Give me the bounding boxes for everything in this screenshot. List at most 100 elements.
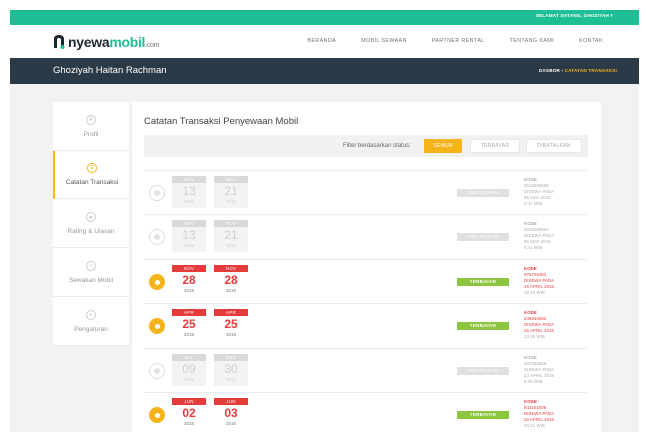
gear-icon: ≡ [86, 309, 96, 320]
end-day: 25 [224, 317, 238, 331]
transaction-row[interactable]: APR 25 2015 APR 25 2015 TERBAYAR KODE 246260562 D… [144, 303, 588, 347]
transaction-info: KODE 2015050565 DISEWA PADA 05 MAY 2015 0:47… [524, 177, 554, 207]
end-date-calendar: APR 25 2015 [214, 309, 248, 341]
transaction-status-indicator[interactable] [149, 318, 165, 334]
transaction-info: KODE 975726463 DISEWA PADA 25 APRIL 2015 15:… [524, 266, 554, 296]
nav-beranda[interactable]: BERANDA [307, 38, 336, 44]
end-day: 21 [224, 228, 238, 242]
status-badge: TERBAYAR [457, 278, 509, 286]
start-day: 25 [182, 317, 196, 331]
rental-time: 20:21 WIB [524, 423, 545, 428]
start-day: 13 [182, 228, 196, 242]
end-year: 2015 [225, 288, 236, 293]
rental-time: 0:47 WIB [524, 201, 543, 206]
status-dot [154, 234, 160, 240]
breadcrumb-current: CATATAN TRANSAKSI [564, 68, 617, 73]
nav-kontak[interactable]: KONTAK [579, 38, 603, 44]
status-dot [154, 279, 160, 285]
navbar: nyewamobil.com BERANDA MOBIL SEWAAN PART… [10, 25, 639, 58]
rental-time: 0:41 WIB [524, 245, 543, 250]
top-bar: SELAMAT DATANG, GHOZIYAH ▾ [10, 10, 639, 25]
start-year: 2015 [183, 332, 194, 337]
end-month: JUN [214, 398, 248, 405]
filter-label: Filter berdasarkan status: [343, 143, 411, 149]
end-year: 2015 [225, 377, 236, 382]
start-date-calendar: JUN 02 2015 [172, 398, 206, 430]
end-day: 30 [224, 362, 238, 376]
page-header: Ghoziyah Haitan Rachman DASBOR › CATATAN… [10, 58, 639, 84]
transaction-row[interactable]: NOV 13 2015 NOV 21 2015 DIBATALKAN KODE 20150505… [144, 214, 588, 258]
transaction-row[interactable]: JUL 09 2015 OKT 30 2015 DIBATALKAN KODE 26708356… [144, 348, 588, 392]
brand-logo[interactable]: nyewamobil.com [52, 33, 159, 51]
start-month: NOV [172, 220, 206, 227]
transaction-row[interactable]: NOV 13 2015 NOV 21 2015 DIBATALKAN KODE 20150505… [144, 170, 588, 214]
end-month: NOV [214, 220, 248, 227]
end-month: OKT [214, 354, 248, 361]
start-day: 28 [182, 273, 196, 287]
brand-name: nyewamobil.com [68, 34, 160, 50]
sidebar-item-label: Profil [83, 130, 99, 138]
start-day: 09 [182, 362, 196, 376]
sidebar-item-catatan-transaksi[interactable]: ☰ Catatan Transaksi [53, 151, 129, 199]
transaction-status-indicator[interactable] [149, 407, 165, 423]
end-month: APR [214, 309, 248, 316]
breadcrumb-dasbor[interactable]: DASBOR [539, 68, 560, 73]
status-badge: TERBAYAR [457, 322, 509, 330]
end-year: 2015 [225, 243, 236, 248]
transaction-row[interactable]: NOV 28 2015 NOV 28 2015 TERBAYAR KODE 975726463 D… [144, 259, 588, 303]
filter-dibatalkan-button[interactable]: DIBATALKAN [526, 139, 582, 153]
start-year: 2015 [183, 288, 194, 293]
nav-partner-rental[interactable]: PARTNER RENTAL [432, 38, 485, 44]
transaction-row[interactable]: JUN 02 2015 JUN 03 2015 TERBAYAR KODE B11101008 D… [144, 392, 588, 432]
end-date-calendar: JUN 03 2015 [214, 398, 248, 430]
sidebar-item-label: Catatan Transaksi [65, 179, 119, 186]
chart-icon: ▲ [86, 211, 96, 222]
user-name: Ghoziyah Haitan Rachman [53, 65, 167, 76]
status-badge: DIBATALKAN [457, 233, 509, 241]
status-dot [154, 323, 160, 329]
sidebar-item-label: Rating & Ulasan [67, 227, 115, 235]
page-title: Catatan Transaksi Penyewaan Mobil [144, 116, 299, 127]
status-dot [154, 190, 160, 196]
sidebar-item-pengaturan[interactable]: ≡ Pengaturan [53, 297, 129, 346]
status-badge: DIBATALKAN [457, 189, 509, 197]
rental-time: 15:24 WIB [524, 290, 545, 295]
receipt-icon: ☰ [87, 163, 97, 173]
user-icon: A [86, 114, 96, 125]
start-year: 2015 [183, 421, 194, 426]
nav-mobil-sewaan[interactable]: MOBIL SEWAAN [361, 38, 407, 44]
end-date-calendar: OKT 30 2015 [214, 354, 248, 386]
start-month: JUL [172, 354, 206, 361]
start-date-calendar: NOV 13 2015 [172, 220, 206, 252]
end-month: NOV [214, 265, 248, 272]
sidebar-item-sewakan-mobil[interactable]: ▭ Sewakan Mobil [53, 248, 129, 297]
end-day: 28 [224, 273, 238, 287]
transactions-panel: Catatan Transaksi Penyewaan Mobil Filter… [132, 102, 601, 432]
status-dot [154, 412, 160, 418]
end-date-calendar: NOV 21 2015 [214, 220, 248, 252]
start-year: 2015 [183, 199, 194, 204]
transaction-status-indicator[interactable] [149, 229, 165, 245]
start-date-calendar: APR 25 2015 [172, 309, 206, 341]
status-badge: DIBATALKAN [457, 367, 509, 375]
start-day: 13 [182, 184, 196, 198]
end-date-calendar: NOV 21 2015 [214, 176, 248, 208]
transaction-status-indicator[interactable] [149, 274, 165, 290]
end-day: 21 [224, 184, 238, 198]
filter-terbayar-button[interactable]: TERBAYAR [470, 139, 520, 153]
end-year: 2015 [225, 199, 236, 204]
filter-bar: Filter berdasarkan status: SEMUA TERBAYA… [144, 135, 588, 157]
sidebar-item-rating-ulasan[interactable]: ▲ Rating & Ulasan [53, 199, 129, 248]
nav-tentang-kami[interactable]: TENTANG KAMI [510, 38, 554, 44]
filter-semua-button[interactable]: SEMUA [424, 139, 462, 153]
transaction-status-indicator[interactable] [149, 363, 165, 379]
user-greeting-menu[interactable]: SELAMAT DATANG, GHOZIYAH ▾ [536, 13, 613, 19]
breadcrumb: DASBOR › CATATAN TRANSAKSI [539, 68, 617, 73]
transaction-status-indicator[interactable] [149, 185, 165, 201]
status-badge: TERBAYAR [457, 411, 509, 419]
sidebar-item-label: Sewakan Mobil [68, 276, 114, 284]
end-day: 03 [224, 406, 238, 420]
sidebar-item-profil[interactable]: A Profil [53, 102, 129, 151]
main-nav: BERANDA MOBIL SEWAAN PARTNER RENTAL TENT… [282, 38, 603, 44]
status-dot [154, 368, 160, 374]
